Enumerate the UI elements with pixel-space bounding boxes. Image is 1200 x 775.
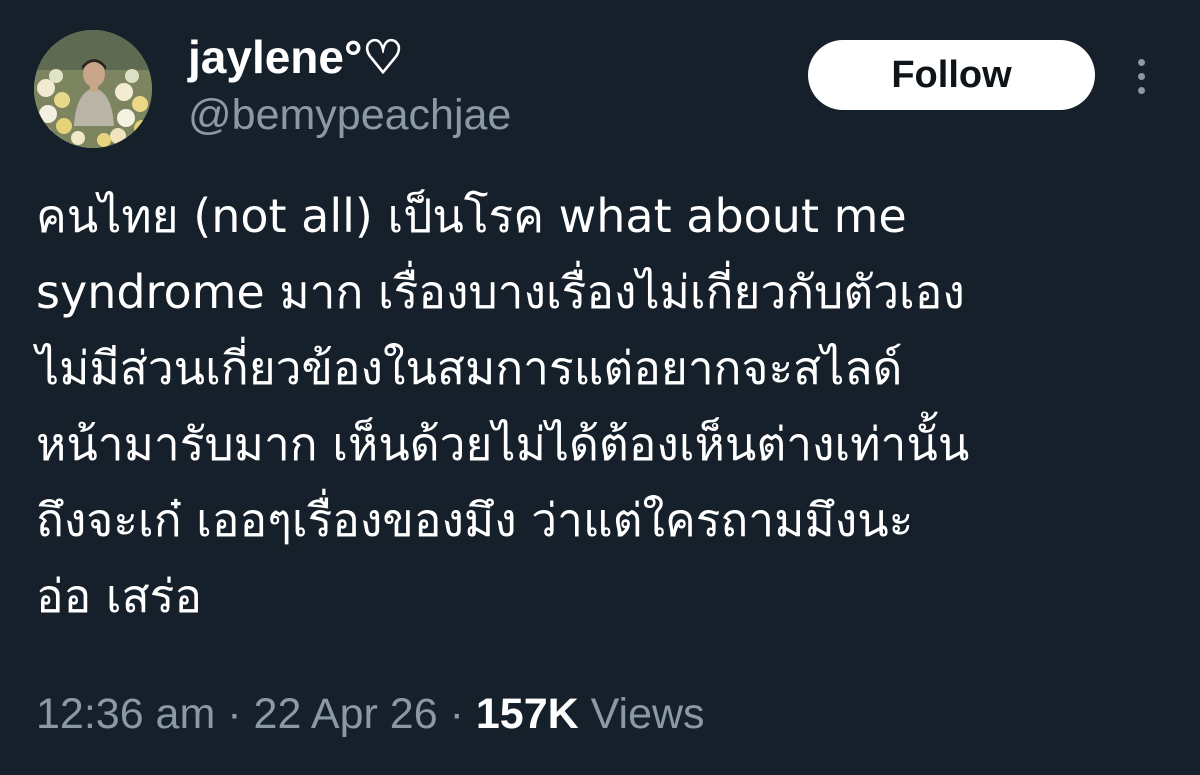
tweet-date[interactable]: 22 Apr 26 xyxy=(254,690,438,738)
tweet-card: jaylene°♡ @bemypeachjae Follow คนไทย (no… xyxy=(0,0,1200,775)
tweet-meta: 12:36 am · 22 Apr 26 · 157K Views xyxy=(36,686,705,742)
meta-separator: · xyxy=(227,690,242,738)
more-vertical-icon-dot xyxy=(1137,72,1145,80)
meta-separator: · xyxy=(449,690,464,738)
follow-button[interactable]: Follow xyxy=(808,40,1095,110)
tweet-text: คนไทย (not all) เป็นโรค what about me sy… xyxy=(36,178,1176,634)
tweet-text-line: คนไทย (not all) เป็นโรค what about me xyxy=(36,189,907,243)
tweet-text-line: ถึงจะเก๋ เออๆเรื่องของมึง ว่าแต่ใครถามมึ… xyxy=(36,493,914,547)
tweet-text-line: อ่อ เสร่อ xyxy=(36,569,203,623)
avatar[interactable] xyxy=(34,30,152,148)
tweet-time[interactable]: 12:36 am xyxy=(36,690,215,738)
user-names: jaylene°♡ @bemypeachjae xyxy=(188,30,511,142)
more-vertical-icon xyxy=(1137,58,1145,66)
views-count: 157K xyxy=(475,690,579,738)
avatar-image xyxy=(34,30,152,148)
more-options-button[interactable] xyxy=(1118,48,1164,104)
tweet-text-line: หน้ามารับมาก เห็นด้วยไม่ได้ต้องเห็นต่างเ… xyxy=(36,417,970,471)
user-handle[interactable]: @bemypeachjae xyxy=(188,88,511,142)
tweet-text-line: ไม่มีส่วนเกี่ยวข้องในสมการแต่อยากจะสไลด์ xyxy=(36,341,903,395)
display-name[interactable]: jaylene°♡ xyxy=(188,30,511,84)
tweet-header: jaylene°♡ @bemypeachjae Follow xyxy=(0,0,1200,160)
tweet-text-line: syndrome มาก เรื่องบางเรื่องไม่เกี่ยวกับ… xyxy=(36,265,965,319)
views-label: Views xyxy=(590,690,705,738)
more-vertical-icon-dot xyxy=(1137,86,1145,94)
